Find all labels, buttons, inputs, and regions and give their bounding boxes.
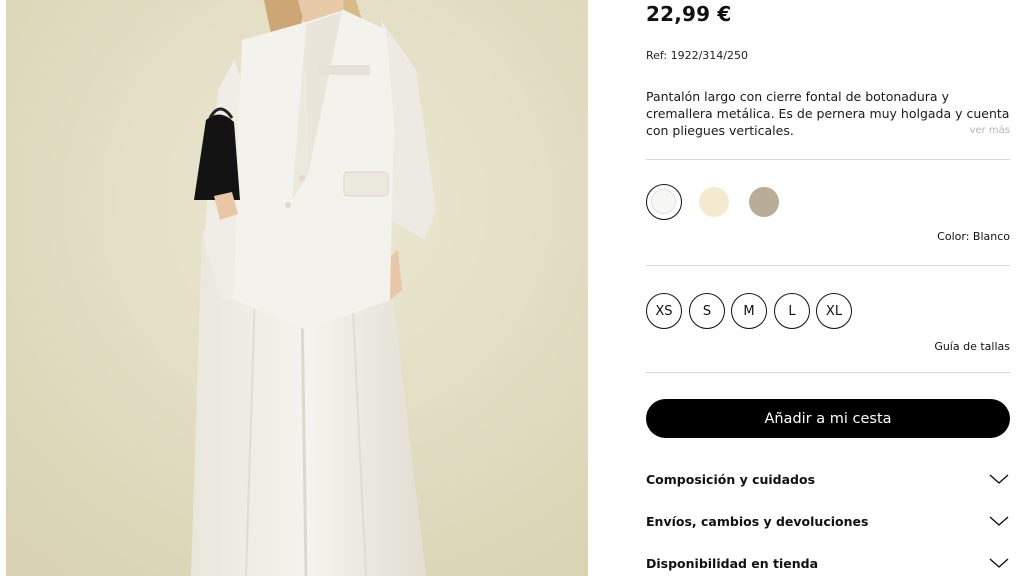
swatch-color [749,187,779,217]
divider [646,159,1010,160]
product-image [6,0,588,576]
selected-color-label: Color: Blanco [937,230,1010,243]
accordion-store-availability[interactable]: Disponibilidad en tienda [646,552,1010,574]
swatch-color [699,187,729,217]
product-reference: Ref: 1922/314/250 [646,49,748,62]
chevron-down-icon [989,558,1009,568]
chevron-down-icon [989,474,1009,484]
accordion-label: Disponibilidad en tienda [646,555,819,571]
color-swatch-beige[interactable] [746,184,782,220]
accordion-composition[interactable]: Composición y cuidados [646,468,1010,490]
accordion-label: Composición y cuidados [646,471,816,487]
read-more-link[interactable]: ver más [970,125,1010,136]
chevron-down-icon [989,516,1009,526]
product-description: Pantalón largo con cierre fontal de boto… [646,89,1010,138]
color-swatch-white[interactable] [646,184,682,220]
divider [646,372,1010,373]
divider [646,265,1010,266]
size-selector: XS S M L XL [646,293,906,329]
size-option-xl[interactable]: XL [816,293,852,329]
size-option-l[interactable]: L [774,293,810,329]
color-swatch-cream[interactable] [696,184,732,220]
accordion-shipping[interactable]: Envíos, cambios y devoluciones [646,510,1010,532]
swatch-color [651,189,676,214]
add-to-cart-button[interactable]: Añadir a mi cesta [646,399,1010,438]
color-swatches [646,184,846,220]
size-option-s[interactable]: S [689,293,725,329]
size-guide-link[interactable]: Guía de tallas [934,340,1010,353]
product-photo-illustration [6,0,588,576]
accordion-label: Envíos, cambios y devoluciones [646,513,869,529]
size-option-xs[interactable]: XS [646,293,682,329]
product-price: 22,99 € [646,2,732,26]
size-option-m[interactable]: M [731,293,767,329]
product-info-panel: 22,99 € Ref: 1922/314/250 Pantalón largo… [646,0,1010,576]
